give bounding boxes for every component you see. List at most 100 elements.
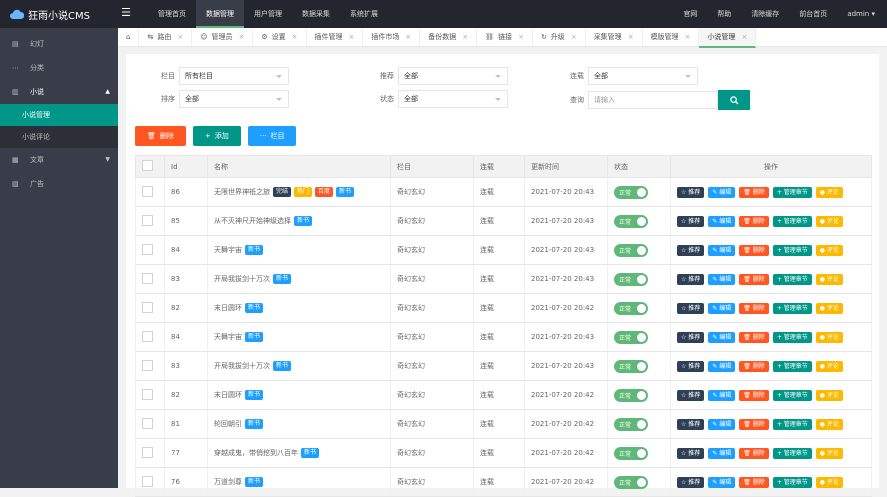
top-right-item[interactable]: 官网 [673, 0, 707, 28]
table-row[interactable]: 82 末日圆环 新书 奇幻玄幻 连载 2021-07-20 20:42 正常 ☆ 推荐 ✎ 编辑… [135, 293, 872, 323]
row-name[interactable]: 天舞宇宙 [214, 333, 242, 341]
row-op-button[interactable]: ● 评论 [815, 418, 843, 430]
table-row[interactable]: 86 无限世界神祇之旅 完结 热门 百度 新书 奇幻玄幻 连载 2021-07-20 20:43… [135, 177, 872, 207]
row-op-button[interactable]: ● 评论 [815, 273, 843, 285]
row-op-button[interactable]: ● 评论 [815, 389, 843, 401]
row-op-button[interactable]: + 管理章节 [772, 186, 812, 198]
row-op-button[interactable]: 🗑 删除 [739, 302, 769, 314]
status-toggle[interactable]: 正常 [614, 214, 648, 228]
row-name[interactable]: 从不灭神尺开始神级选择 [214, 217, 291, 225]
checkbox[interactable] [142, 214, 153, 226]
close-icon[interactable]: × [462, 28, 468, 46]
row-op-button[interactable]: 🗑 删除 [739, 476, 769, 488]
row-op-button[interactable]: ✎ 编辑 [708, 331, 736, 343]
row-op-button[interactable]: ✎ 编辑 [708, 186, 736, 198]
row-op-button[interactable]: 🗑 删除 [739, 215, 769, 227]
row-op-button[interactable]: ☆ 推荐 [677, 215, 705, 227]
row-op-button[interactable]: ✎ 编辑 [708, 302, 736, 314]
row-op-button[interactable]: 🗑 删除 [739, 360, 769, 372]
row-op-button[interactable]: 🗑 删除 [739, 447, 769, 459]
checkbox[interactable] [142, 417, 153, 429]
checkbox[interactable] [142, 301, 153, 313]
row-op-button[interactable]: ☆ 推荐 [677, 447, 705, 459]
row-op-button[interactable]: ☆ 推荐 [677, 389, 705, 401]
recommend-select[interactable]: 全部 [398, 67, 508, 85]
table-row[interactable]: 84 天舞宇宙 新书 奇幻玄幻 连载 2021-07-20 20:43 正常 ☆ 推荐 ✎ 编辑… [135, 322, 872, 352]
row-op-button[interactable]: ✎ 编辑 [708, 389, 736, 401]
row-op-button[interactable]: ☆ 推荐 [677, 360, 705, 372]
header-select-all[interactable] [135, 155, 165, 178]
row-op-button[interactable]: ✎ 编辑 [708, 360, 736, 372]
checkbox[interactable] [142, 185, 153, 197]
checkbox[interactable] [142, 272, 153, 284]
close-icon[interactable]: × [349, 28, 355, 46]
row-op-button[interactable]: ✎ 编辑 [708, 215, 736, 227]
row-op-button[interactable]: ● 评论 [815, 360, 843, 372]
status-toggle[interactable]: 正常 [614, 301, 648, 315]
table-row[interactable]: 77 穿越成鬼，带俏挖到八百年 新书 奇幻玄幻 连载 2021-07-20 20:42 正常… [135, 438, 872, 468]
sidebar-item[interactable]: ▦ 文章 ▼ [0, 148, 118, 172]
top-right-item[interactable]: 清除缓存 [741, 0, 789, 28]
row-op-button[interactable]: 🗑 删除 [739, 389, 769, 401]
status-toggle[interactable]: 正常 [614, 272, 648, 286]
close-icon[interactable]: × [628, 28, 634, 46]
tab-item[interactable]: 备份数据 × [420, 28, 478, 46]
table-row[interactable]: 82 末日圆环 新书 奇幻玄幻 连载 2021-07-20 20:42 正常 ☆ 推荐 ✎ 编辑… [135, 380, 872, 410]
row-op-button[interactable]: + 管理章节 [772, 273, 812, 285]
sidebar-item[interactable]: ▤ 幻灯 [0, 32, 118, 56]
top-right-item[interactable]: 帮助 [707, 0, 741, 28]
tab-item[interactable]: 小说管理 × [699, 28, 757, 48]
status-toggle[interactable]: 正常 [614, 475, 648, 489]
row-op-button[interactable]: 🗑 删除 [739, 331, 769, 343]
tab-item[interactable]: ☺ 管理员 × [192, 28, 254, 46]
row-name[interactable]: 末日圆环 [214, 304, 242, 312]
column-button[interactable]: ··· 栏目 [247, 126, 297, 146]
row-op-button[interactable]: ☆ 推荐 [677, 331, 705, 343]
row-op-button[interactable]: 🗑 删除 [739, 186, 769, 198]
search-input[interactable]: 请输入 [588, 91, 718, 109]
top-nav-item[interactable]: 数据管理 [196, 0, 244, 28]
tab-item[interactable]: ⇆ 路由 × [139, 28, 193, 46]
row-op-button[interactable]: 🗑 删除 [739, 244, 769, 256]
serial-select[interactable]: 全部 [588, 67, 698, 85]
row-op-button[interactable]: + 管理章节 [772, 418, 812, 430]
row-op-button[interactable]: ● 评论 [815, 186, 843, 198]
top-right-item[interactable]: 前台首页 [789, 0, 837, 28]
row-op-button[interactable]: + 管理章节 [772, 476, 812, 488]
checkbox[interactable] [142, 388, 153, 400]
tab-item[interactable]: 采集管理 × [586, 28, 643, 46]
add-button[interactable]: + 添加 [192, 126, 241, 146]
tab-home[interactable]: ⌂ [118, 28, 140, 46]
sidebar-subitem[interactable]: 小说管理 [0, 104, 118, 126]
sidebar-item[interactable]: ▥ 小说 ▲ [0, 80, 118, 104]
checkbox[interactable] [142, 160, 153, 171]
row-op-button[interactable]: ● 评论 [815, 215, 843, 227]
row-name[interactable]: 万道剑尊 [214, 478, 242, 486]
row-name[interactable]: 无限世界神祇之旅 [214, 188, 270, 196]
close-icon[interactable]: × [177, 28, 183, 46]
status-toggle[interactable]: 正常 [614, 446, 648, 460]
checkbox[interactable] [142, 330, 153, 342]
row-name[interactable]: 开局我拔剑十万次 [214, 275, 270, 283]
status-toggle[interactable]: 正常 [614, 243, 648, 257]
status-toggle[interactable]: 正常 [614, 359, 648, 373]
row-op-button[interactable]: ✎ 编辑 [708, 476, 736, 488]
row-op-button[interactable]: + 管理章节 [772, 360, 812, 372]
row-op-button[interactable]: ☆ 推荐 [677, 418, 705, 430]
table-row[interactable]: 81 轮回朝引 新书 奇幻玄幻 连载 2021-07-20 20:42 正常 ☆ 推荐 ✎ 编辑… [135, 409, 872, 439]
row-op-button[interactable]: + 管理章节 [772, 389, 812, 401]
row-op-button[interactable]: ✎ 编辑 [708, 447, 736, 459]
search-button[interactable] [718, 90, 750, 110]
tab-item[interactable]: ⛓ 链接 × [477, 28, 533, 46]
table-row[interactable]: 85 从不灭神尺开始神级选择 新书 奇幻玄幻 连载 2021-07-20 20:43 正常 ☆… [135, 206, 872, 236]
table-row[interactable]: 83 开局我拔剑十万次 新书 奇幻玄幻 连载 2021-07-20 20:43 正常 ☆ 推荐… [135, 351, 872, 381]
user-menu[interactable]: admin ▾ [837, 0, 887, 28]
menu-toggle-icon[interactable]: ☰ [120, 7, 132, 19]
row-op-button[interactable]: + 管理章节 [772, 215, 812, 227]
close-icon[interactable]: × [292, 28, 298, 46]
row-op-button[interactable]: ✎ 编辑 [708, 244, 736, 256]
checkbox[interactable] [142, 243, 153, 255]
tab-item[interactable]: ⚙ 设置 × [253, 28, 307, 46]
row-op-button[interactable]: ● 评论 [815, 302, 843, 314]
sidebar-item[interactable]: ▧ 广告 [0, 172, 118, 196]
